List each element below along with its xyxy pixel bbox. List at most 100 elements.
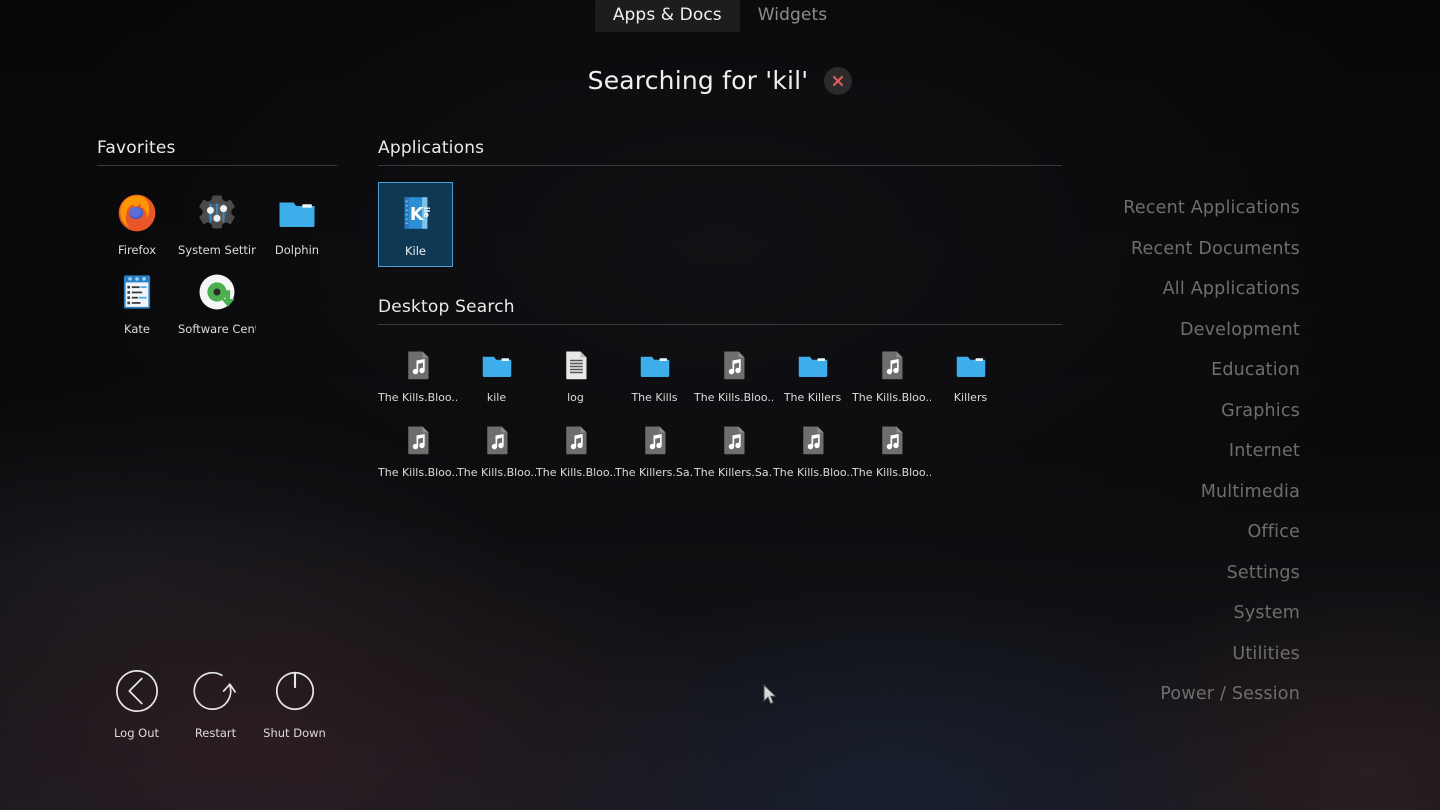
- desktop-search-result[interactable]: The Killers.Sa...: [615, 416, 694, 483]
- svg-text:ile: ile: [421, 207, 430, 218]
- desktop-search-result[interactable]: The Kills.Bloo...: [457, 416, 536, 483]
- audio-file-icon: [407, 351, 428, 380]
- category-item-internet[interactable]: Internet: [1229, 431, 1300, 472]
- category-item-power-session[interactable]: Power / Session: [1160, 674, 1300, 715]
- kile-icon: K ile: [404, 197, 430, 229]
- desktop-search-result[interactable]: The Kills: [615, 341, 694, 408]
- system-settings-gear-icon: [199, 195, 235, 229]
- favorite-dolphin-label: Dolphin: [274, 243, 320, 257]
- applications-divider: [378, 165, 1062, 166]
- audio-file-icon: [486, 426, 507, 455]
- favorite-kate-label: Kate: [124, 322, 150, 336]
- power-icon: [275, 671, 314, 710]
- session-log-out-button[interactable]: Log Out: [97, 668, 176, 740]
- tab-widgets-label: Widgets: [757, 5, 828, 25]
- desktop-search-result-label: Killers: [953, 391, 988, 404]
- desktop-search-result-label: kile: [486, 391, 507, 404]
- desktop-search-result[interactable]: The Kills.Bloo...: [852, 341, 931, 408]
- category-item-education[interactable]: Education: [1211, 350, 1300, 391]
- session-restart-label: Restart: [194, 726, 237, 740]
- audio-file-icon: [565, 426, 586, 455]
- applications-grid: K ile Kile: [378, 182, 1062, 267]
- folder-icon: [279, 202, 315, 227]
- tab-widgets[interactable]: Widgets: [740, 0, 845, 32]
- favorite-dolphin[interactable]: Dolphin: [257, 186, 337, 265]
- desktop-search-result[interactable]: Killers: [931, 341, 1010, 408]
- desktop-search-result-label: The Kills.Bloo...: [457, 466, 536, 479]
- desktop-search-result[interactable]: The Kills.Bloo...: [852, 416, 931, 483]
- tab-apps-and-docs-label: Apps & Docs: [612, 5, 722, 25]
- category-item-graphics[interactable]: Graphics: [1221, 391, 1300, 432]
- session-shut-down-button[interactable]: Shut Down: [255, 668, 334, 740]
- desktop-search-result[interactable]: log: [536, 341, 615, 408]
- category-item-system[interactable]: System: [1234, 593, 1300, 634]
- desktop-search-result-label: The Kills: [631, 391, 678, 404]
- session-log-out-label: Log Out: [113, 726, 160, 740]
- desktop-search-result[interactable]: kile: [457, 341, 536, 408]
- clear-search-button[interactable]: [824, 66, 853, 95]
- category-item-recent-documents[interactable]: Recent Documents: [1131, 229, 1300, 270]
- desktop-search-result-label: The Killers.Sa...: [694, 466, 773, 479]
- applications-heading: Applications: [378, 138, 485, 158]
- logout-back-arrow-icon: [115, 670, 158, 712]
- desktop-search-result-label: The Kills.Bloo...: [536, 466, 615, 479]
- category-item-recent-applications[interactable]: Recent Applications: [1123, 188, 1300, 229]
- favorite-kate[interactable]: Kate: [97, 265, 177, 344]
- audio-file-icon: [644, 426, 665, 455]
- desktop-search-heading: Desktop Search: [378, 297, 515, 317]
- favorites-divider: [97, 165, 337, 166]
- desktop-search-result-label: The Kills.Bloo...: [852, 466, 931, 479]
- desktop-search-result[interactable]: The Kills.Bloo...: [694, 341, 773, 408]
- desktop-search-result[interactable]: The Kills.Bloo...: [378, 416, 457, 483]
- category-item-settings[interactable]: Settings: [1227, 553, 1300, 594]
- category-item-multimedia[interactable]: Multimedia: [1201, 472, 1300, 513]
- favorite-software-center[interactable]: Software Cent...: [177, 265, 257, 344]
- desktop-search-section: Desktop Search The Kills.Bloo... kile log T…: [378, 297, 1062, 483]
- category-item-development[interactable]: Development: [1180, 310, 1300, 351]
- firefox-icon: [118, 194, 156, 232]
- category-item-utilities[interactable]: Utilities: [1232, 634, 1300, 675]
- desktop-search-result[interactable]: The Kills.Bloo...: [773, 416, 852, 483]
- favorite-firefox[interactable]: Firefox: [97, 186, 177, 265]
- desktop-search-result-label: The Kills.Bloo...: [852, 391, 931, 404]
- favorite-firefox-label: Firefox: [117, 243, 157, 257]
- session-restart-button[interactable]: Restart: [176, 668, 255, 740]
- folder-icon: [956, 356, 985, 377]
- audio-file-icon: [723, 426, 744, 455]
- text-document-icon: [565, 351, 586, 380]
- favorites-section: Favorites Firefox System Settin Dolphin …: [97, 138, 337, 344]
- close-x-icon: [833, 75, 844, 86]
- application-result-kile[interactable]: K ile Kile: [378, 182, 453, 267]
- search-header: Searching for 'kil': [0, 66, 1440, 95]
- session-bar: Log Out Restart Shut Down: [97, 668, 334, 740]
- category-item-all-applications[interactable]: All Applications: [1163, 269, 1300, 310]
- desktop-search-results-grid: The Kills.Bloo... kile log The Kills The Kil…: [378, 341, 1062, 483]
- restart-circular-arrow-icon: [192, 671, 236, 711]
- desktop-search-result[interactable]: The Killers.Sa...: [694, 416, 773, 483]
- desktop-search-result[interactable]: The Killers: [773, 341, 852, 408]
- desktop-search-result-label: The Killers.Sa...: [615, 466, 694, 479]
- mouse-cursor: [763, 684, 777, 705]
- application-result-kile-label: Kile: [404, 244, 426, 258]
- favorite-software-center-label: Software Cent...: [178, 322, 256, 336]
- audio-file-icon: [881, 426, 902, 455]
- search-status-text: Searching for 'kil': [587, 66, 809, 95]
- tab-apps-and-docs[interactable]: Apps & Docs: [594, 0, 740, 32]
- desktop-search-result-label: The Kills.Bloo...: [694, 391, 773, 404]
- audio-file-icon: [723, 351, 744, 380]
- folder-icon: [798, 356, 827, 377]
- software-center-disc-icon: [199, 274, 235, 310]
- mode-tabbar: Apps & Docs Widgets: [0, 0, 1440, 32]
- desktop-search-result[interactable]: The Kills.Bloo...: [536, 416, 615, 483]
- category-item-office[interactable]: Office: [1247, 512, 1300, 553]
- folder-icon: [482, 356, 511, 377]
- desktop-search-result[interactable]: The Kills.Bloo...: [378, 341, 457, 408]
- applications-section: Applications K ile Kile: [378, 138, 1062, 267]
- category-sidebar: Recent Applications Recent Documents All A…: [1123, 188, 1300, 715]
- favorite-system-settings[interactable]: System Settings: [177, 186, 257, 265]
- desktop-search-result-label: log: [567, 391, 584, 404]
- audio-file-icon: [407, 426, 428, 455]
- audio-file-icon: [881, 351, 902, 380]
- session-shut-down-label: Shut Down: [263, 726, 326, 740]
- desktop-search-result-label: The Kills.Bloo...: [378, 466, 457, 479]
